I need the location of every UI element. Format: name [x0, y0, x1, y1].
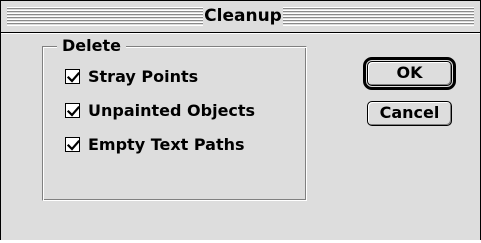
cleanup-dialog: Cleanup Delete Stray Points Unpainted Ob… [0, 0, 481, 240]
empty-text-paths-label: Empty Text Paths [88, 134, 245, 154]
stray-points-label: Stray Points [88, 66, 199, 86]
title-bar[interactable]: Cleanup [1, 1, 480, 33]
ok-button[interactable]: OK [367, 61, 452, 86]
checkmark-icon [66, 71, 81, 83]
title-bar-stripes-right [283, 7, 474, 26]
stray-points-option[interactable]: Stray Points [65, 65, 198, 87]
delete-group-label: Delete [57, 36, 126, 56]
checkmark-icon [66, 139, 81, 151]
window-title: Cleanup [204, 6, 282, 26]
unpainted-objects-label: Unpainted Objects [88, 100, 256, 120]
title-bar-stripes-left [7, 7, 203, 26]
empty-text-paths-checkbox[interactable] [65, 136, 81, 152]
cancel-button[interactable]: Cancel [367, 101, 452, 126]
stray-points-checkbox[interactable] [65, 68, 81, 84]
unpainted-objects-checkbox[interactable] [65, 102, 81, 118]
empty-text-paths-option[interactable]: Empty Text Paths [65, 133, 245, 155]
checkmark-icon [66, 105, 81, 117]
unpainted-objects-option[interactable]: Unpainted Objects [65, 99, 255, 121]
